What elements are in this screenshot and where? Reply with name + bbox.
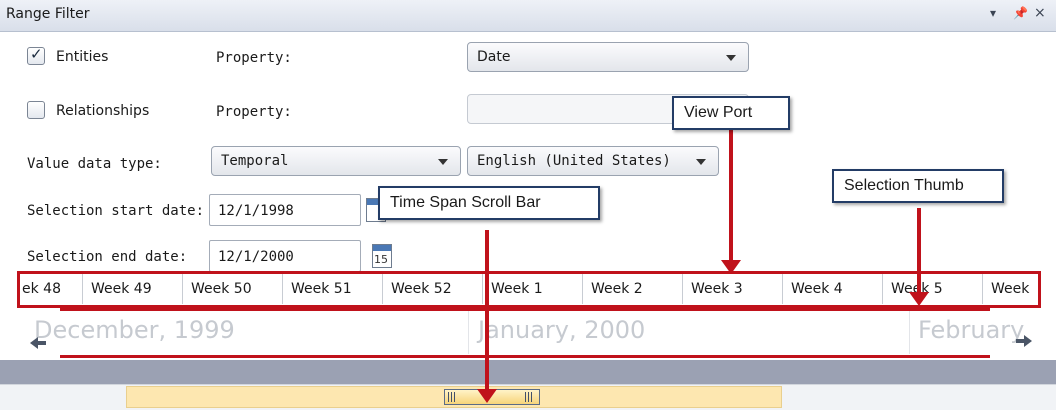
- relationships-checkbox[interactable]: [27, 101, 45, 119]
- relationships-property-label: Property:: [216, 104, 292, 120]
- start-date-value: 12/1/1998: [218, 203, 294, 219]
- month-label: December, 1999: [34, 316, 235, 344]
- month-scale[interactable]: December, 1999 January, 2000 February: [20, 306, 1040, 358]
- entities-property-value: Date: [477, 49, 511, 65]
- scroll-left-icon[interactable]: [28, 336, 48, 350]
- entities-label: Entities: [56, 49, 109, 65]
- relationships-label: Relationships: [56, 103, 150, 119]
- entities-property-dropdown[interactable]: Date: [467, 42, 749, 72]
- time-span-callout: Time Span Scroll Bar: [378, 186, 600, 220]
- time-span-arrow-line: [485, 230, 489, 390]
- start-date-input[interactable]: 12/1/1998: [209, 194, 361, 226]
- dropdown-icon[interactable]: ▾: [990, 6, 996, 20]
- title-bar: Range Filter ▾ 📌 ×: [0, 0, 1056, 32]
- panel-title: Range Filter: [6, 6, 90, 22]
- calendar-icon[interactable]: 15: [372, 244, 392, 268]
- month-divider: [468, 310, 469, 354]
- view-port-callout: View Port: [672, 96, 790, 130]
- close-icon[interactable]: ×: [1034, 5, 1046, 21]
- chevron-down-icon: [726, 55, 736, 61]
- pin-icon[interactable]: 📌: [1013, 6, 1028, 20]
- entities-property-label: Property:: [216, 50, 292, 66]
- calendar-day: 15: [374, 253, 388, 266]
- check-icon: ✓: [30, 45, 43, 63]
- month-divider: [909, 310, 910, 354]
- selection-bottom-line: [60, 355, 990, 358]
- value-type-value: Temporal: [221, 153, 289, 169]
- value-type-label: Value data type:: [27, 156, 162, 172]
- view-port-arrow-line: [729, 127, 733, 261]
- view-port-arrowhead: [721, 260, 741, 274]
- end-date-input[interactable]: 12/1/2000: [209, 240, 361, 272]
- month-label: January, 2000: [478, 316, 646, 344]
- range-band: [0, 360, 1056, 384]
- selection-thumb-callout: Selection Thumb: [832, 169, 1004, 203]
- scroll-right-icon[interactable]: [1014, 334, 1034, 348]
- end-date-value: 12/1/2000: [218, 249, 294, 265]
- selection-thumb-arrow-line: [917, 208, 921, 294]
- month-label: February: [918, 316, 1025, 344]
- start-date-label: Selection start date:: [27, 203, 205, 219]
- chevron-down-icon: [438, 159, 448, 165]
- selection-top-line: [60, 308, 990, 311]
- value-type-dropdown[interactable]: Temporal: [211, 146, 461, 176]
- entities-checkbox[interactable]: ✓: [27, 45, 45, 65]
- culture-value: English (United States): [477, 153, 671, 169]
- culture-dropdown[interactable]: English (United States): [467, 146, 719, 176]
- chevron-down-icon: [696, 159, 706, 165]
- view-port-highlight: [17, 271, 1041, 308]
- selection-thumb-arrowhead: [909, 292, 929, 306]
- time-span-arrowhead: [477, 389, 497, 403]
- end-date-label: Selection end date:: [27, 249, 188, 265]
